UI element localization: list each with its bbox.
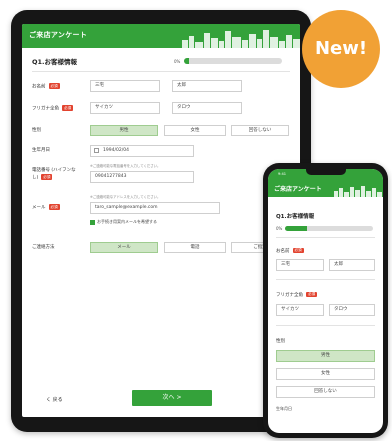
phone-device: 9:41 ご来店アンケート Q1.お客様情報 0% お名前 必須 三宅 太郎 フ… <box>263 163 388 438</box>
phone-gender-option-male[interactable]: 男性 <box>276 350 375 362</box>
phone-gender-option-no-answer[interactable]: 回答しない <box>276 386 375 398</box>
progress-indicator: 0% <box>174 58 283 64</box>
phone-progress-indicator: 0% <box>276 226 374 231</box>
email-opt-in-checkbox[interactable]: お手続き用案内メールを希望する <box>90 219 157 225</box>
divider <box>276 325 375 326</box>
phone-first-name-input[interactable]: 太郎 <box>329 259 375 271</box>
phone-body: Q1.お客様情報 0% お名前 必須 三宅 太郎 フリガナ全角 必須 サイカツ タロ… <box>268 197 383 433</box>
phone-hint: ※ご連絡可能な電話番号を入力してください。 <box>90 164 161 168</box>
contact-option-email[interactable]: メール <box>90 242 158 253</box>
phone-progress-text: 0% <box>276 226 283 231</box>
phone-input[interactable]: 09041277843 <box>90 171 194 183</box>
progress-bar-fill <box>184 58 190 64</box>
phone-name-label-text: お名前 <box>276 249 290 254</box>
kana-row: フリガナ全角 必須 サイカツ タロウ <box>32 102 290 116</box>
birthday-input[interactable]: 1994/02/04 <box>90 145 194 157</box>
phone-screen: 9:41 ご来店アンケート Q1.お客様情報 0% お名前 必須 三宅 太郎 フ… <box>268 169 383 433</box>
tablet-header: ご来店アンケート <box>22 24 300 48</box>
name-label: お名前 必須 <box>32 83 60 91</box>
name-row: お名前 必須 三宅 太郎 <box>32 80 290 94</box>
tablet-header-title: ご来店アンケート <box>29 31 88 39</box>
phone-kana-label-text: フリガナ全角 <box>276 293 303 298</box>
phone-first-name-kana-input[interactable]: タロウ <box>329 304 375 316</box>
kana-label: フリガナ全角 必須 <box>32 105 74 113</box>
phone-gender-option-female[interactable]: 女性 <box>276 368 375 380</box>
email-label: メール 必須 <box>32 204 60 212</box>
phone-label-text: 電話番号 (ハイフンなし) <box>32 168 76 181</box>
first-name-kana-input[interactable]: タロウ <box>172 102 242 114</box>
new-badge: New! <box>302 10 380 88</box>
required-badge: 必須 <box>41 174 53 180</box>
first-name-input[interactable]: 太郎 <box>172 80 242 92</box>
next-button[interactable]: 次へ > <box>132 390 212 406</box>
required-badge: 必須 <box>306 292 318 297</box>
name-label-text: お名前 <box>32 84 46 90</box>
progress-bar <box>184 58 283 64</box>
required-badge: 必須 <box>62 105 74 111</box>
gender-option-no-answer[interactable]: 回答しない <box>231 125 289 136</box>
checkbox-checked-icon <box>90 219 95 225</box>
back-link[interactable]: く 戻る <box>46 396 63 403</box>
gender-row: 性別 男性 女性 回答しない <box>32 125 290 139</box>
gender-option-male[interactable]: 男性 <box>90 125 158 136</box>
divider <box>276 279 375 280</box>
city-skyline-icon <box>334 186 382 197</box>
phone-header-title: ご来店アンケート <box>274 186 322 193</box>
required-badge: 必須 <box>48 83 60 89</box>
divider <box>276 237 375 238</box>
phone-gender-label: 性別 <box>276 339 285 344</box>
contact-row: ご連絡方法 メール 電話 ご指定 <box>32 242 290 256</box>
phone-notch <box>306 169 346 175</box>
phone-last-name-input[interactable]: 三宅 <box>276 259 324 271</box>
kana-label-text: フリガナ全角 <box>32 106 59 112</box>
phone-row: 電話番号 (ハイフンなし) 必須 ※ご連絡可能な電話番号を入力してください。 09… <box>32 163 290 187</box>
phone-name-label: お名前 必須 <box>276 248 304 254</box>
email-row: メール 必須 ※ご連絡可能なアドレスを入力してください。 taro_sample@… <box>32 194 290 234</box>
phone-last-name-kana-input[interactable]: サイカツ <box>276 304 324 316</box>
birthday-label: 生年月日 <box>32 148 50 153</box>
phone-header: 9:41 ご来店アンケート <box>268 169 383 197</box>
required-badge: 必須 <box>292 248 304 253</box>
last-name-kana-input[interactable]: サイカツ <box>90 102 160 114</box>
city-skyline-icon <box>182 30 300 48</box>
email-opt-in-label: お手続き用案内メールを希望する <box>97 219 157 224</box>
required-badge: 必須 <box>48 204 60 210</box>
email-input[interactable]: taro_sample@example.com <box>90 202 220 214</box>
birthday-value: 1994/02/04 <box>103 148 129 153</box>
phone-birthday-label: 生年月日 <box>276 406 292 411</box>
section-title: Q1.お客様情報 <box>32 58 78 66</box>
phone-progress-bar-fill <box>285 226 308 231</box>
divider <box>32 71 290 72</box>
phone-section-title: Q1.お客様情報 <box>276 214 315 220</box>
gender-option-female[interactable]: 女性 <box>164 125 226 136</box>
progress-text: 0% <box>174 58 181 64</box>
tablet-screen: ご来店アンケート Q1.お客様情報 0% お名前 必須 三宅 太郎 フリガナ全角… <box>22 24 300 417</box>
last-name-input[interactable]: 三宅 <box>90 80 160 92</box>
calendar-icon <box>94 148 99 153</box>
contact-label: ご連絡方法 <box>32 245 55 250</box>
email-label-text: メール <box>32 205 46 211</box>
status-time: 9:41 <box>278 172 287 176</box>
phone-label: 電話番号 (ハイフンなし) 必須 <box>32 168 78 182</box>
contact-option-phone[interactable]: 電話 <box>164 242 226 253</box>
email-hint: ※ご連絡可能なアドレスを入力してください。 <box>90 195 161 199</box>
gender-label: 性別 <box>32 128 41 133</box>
phone-kana-label: フリガナ全角 必須 <box>276 292 318 298</box>
phone-progress-bar <box>285 226 374 231</box>
birthday-row: 生年月日 1994/02/04 <box>32 145 290 159</box>
